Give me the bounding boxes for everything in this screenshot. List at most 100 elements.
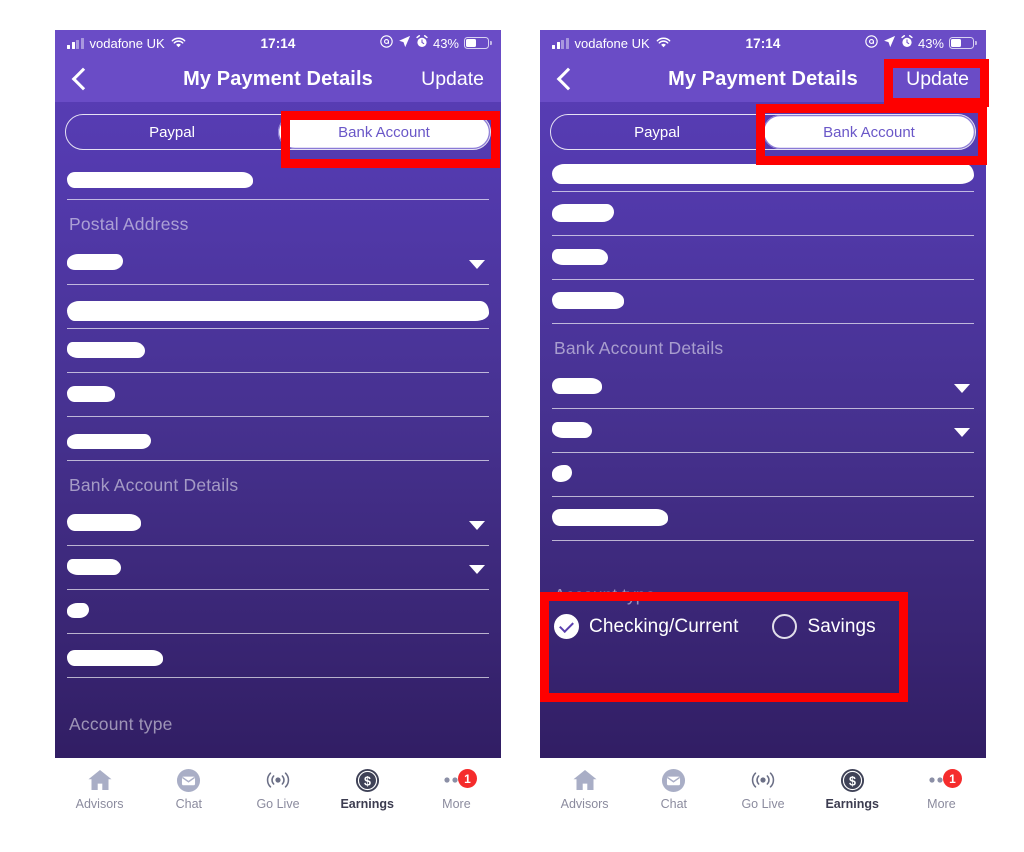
tab-more[interactable]: 1 More [897, 767, 986, 811]
status-bar: vodafone UK 17:14 43% [540, 30, 986, 56]
back-icon[interactable] [554, 68, 576, 90]
form-field-currency[interactable] [67, 546, 489, 590]
form-field-city[interactable] [67, 373, 489, 417]
battery-percent-label: 43% [432, 35, 459, 51]
radio-label: Savings [807, 615, 876, 637]
signal-bars-icon [552, 37, 569, 49]
update-button[interactable]: Update [418, 67, 487, 92]
carrier-label: vodafone UK [574, 35, 650, 51]
tab-label: Earnings [825, 797, 879, 811]
svg-text:$: $ [364, 774, 371, 788]
section-label-account-type: Account type [554, 585, 656, 605]
form-field-currency[interactable] [552, 409, 974, 453]
section-label-postal-address: Postal Address [69, 214, 189, 234]
tab-more[interactable]: 1 More [412, 767, 501, 811]
location-arrow-icon [883, 35, 896, 51]
screenshot-canvas: vodafone UK 17:14 43% My Payment Details… [0, 0, 1024, 852]
home-icon [87, 767, 113, 793]
more-badge: 1 [458, 769, 478, 788]
tab-label: Advisors [560, 797, 609, 811]
radio-savings[interactable]: Savings [772, 614, 876, 639]
payment-form-left: Postal Address Bank Account Details Acco… [55, 156, 501, 735]
tab-bank-account[interactable]: Bank Account [278, 115, 490, 149]
tab-label: Advisors [75, 797, 124, 811]
more-badge: 1 [943, 769, 963, 788]
tab-earnings[interactable]: $ Earnings [808, 767, 897, 811]
update-button[interactable]: Update [903, 67, 972, 92]
chevron-down-icon[interactable] [469, 564, 485, 574]
chevron-down-icon[interactable] [469, 520, 485, 530]
battery-icon [464, 37, 492, 49]
form-field-bank-name[interactable] [552, 453, 974, 497]
radio-label: Checking/Current [589, 615, 739, 637]
chevron-down-icon[interactable] [954, 383, 970, 393]
battery-icon [949, 37, 977, 49]
form-field-address-line-1[interactable] [552, 156, 974, 192]
status-bar: vodafone UK 17:14 43% [55, 30, 501, 56]
tab-go-live[interactable]: Go Live [718, 767, 807, 811]
bottom-tab-bar: Advisors Chat Go Live $ Earnings 1 More [540, 758, 986, 820]
alarm-clock-icon [416, 35, 428, 51]
form-field-bank-country[interactable] [67, 502, 489, 546]
tab-paypal[interactable]: Paypal [66, 115, 278, 149]
tab-label: Earnings [340, 797, 394, 811]
form-field-account-number[interactable] [67, 634, 489, 678]
form-field-postcode[interactable] [67, 417, 489, 461]
tab-label: Chat [175, 797, 202, 811]
clock-label: 17:14 [745, 35, 781, 51]
broadcast-icon [265, 767, 291, 793]
do-not-disturb-icon [865, 35, 878, 51]
tab-chat[interactable]: Chat [629, 767, 718, 811]
home-icon [572, 767, 598, 793]
tab-bank-account[interactable]: Bank Account [763, 115, 975, 149]
tab-earnings[interactable]: $ Earnings [323, 767, 412, 811]
form-field-account-number[interactable] [552, 497, 974, 541]
form-field-postcode[interactable] [552, 280, 974, 324]
navigation-bar: My Payment Details Update [540, 56, 986, 102]
tab-label: Go Live [741, 797, 785, 811]
back-icon[interactable] [69, 68, 91, 90]
form-field-bank-country[interactable] [552, 365, 974, 409]
tab-go-live[interactable]: Go Live [233, 767, 322, 811]
svg-text:$: $ [849, 774, 856, 788]
section-label-bank-account-details: Bank Account Details [554, 338, 724, 358]
tab-label: More [927, 797, 956, 811]
form-field-bank-name[interactable] [67, 590, 489, 634]
radio-checked-icon [554, 614, 579, 639]
tab-paypal[interactable]: Paypal [551, 115, 763, 149]
account-type-radio-group: Checking/Current Savings [554, 614, 974, 639]
phone-screenshot-right: vodafone UK 17:14 43% My Payment Details… [540, 30, 986, 820]
radio-checking-current[interactable]: Checking/Current [554, 614, 738, 639]
dollar-coin-icon: $ [354, 767, 380, 793]
tab-advisors[interactable]: Advisors [55, 767, 144, 811]
location-arrow-icon [398, 35, 411, 51]
tab-chat[interactable]: Chat [144, 767, 233, 811]
form-field-address-line-1[interactable] [67, 285, 489, 329]
phone-screenshot-left: vodafone UK 17:14 43% My Payment Details… [55, 30, 501, 820]
form-field-name[interactable] [67, 156, 489, 200]
chevron-down-icon[interactable] [469, 259, 485, 269]
status-bar-right: 43% [296, 35, 492, 51]
dollar-coin-icon: $ [839, 767, 865, 793]
signal-bars-icon [67, 37, 84, 49]
envelope-icon [176, 767, 202, 793]
form-field-address-line-2[interactable] [552, 192, 974, 236]
form-field-country[interactable] [67, 241, 489, 285]
tab-advisors[interactable]: Advisors [540, 767, 629, 811]
clock-label: 17:14 [260, 35, 296, 51]
navigation-bar: My Payment Details Update [55, 56, 501, 102]
tab-label: More [442, 797, 471, 811]
form-field-city[interactable] [552, 236, 974, 280]
chevron-down-icon[interactable] [954, 427, 970, 437]
carrier-label: vodafone UK [89, 35, 165, 51]
form-field-address-line-2[interactable] [67, 329, 489, 373]
envelope-icon [661, 767, 687, 793]
payment-method-tabs-container: Paypal Bank Account [55, 102, 501, 156]
broadcast-icon [750, 767, 776, 793]
bottom-tab-bar: Advisors Chat Go Live $ Earnings 1 More [55, 758, 501, 820]
tab-label: Go Live [256, 797, 300, 811]
battery-percent-label: 43% [917, 35, 944, 51]
wifi-icon [171, 36, 186, 51]
section-label-bank-account-details: Bank Account Details [69, 475, 239, 495]
do-not-disturb-icon [380, 35, 393, 51]
